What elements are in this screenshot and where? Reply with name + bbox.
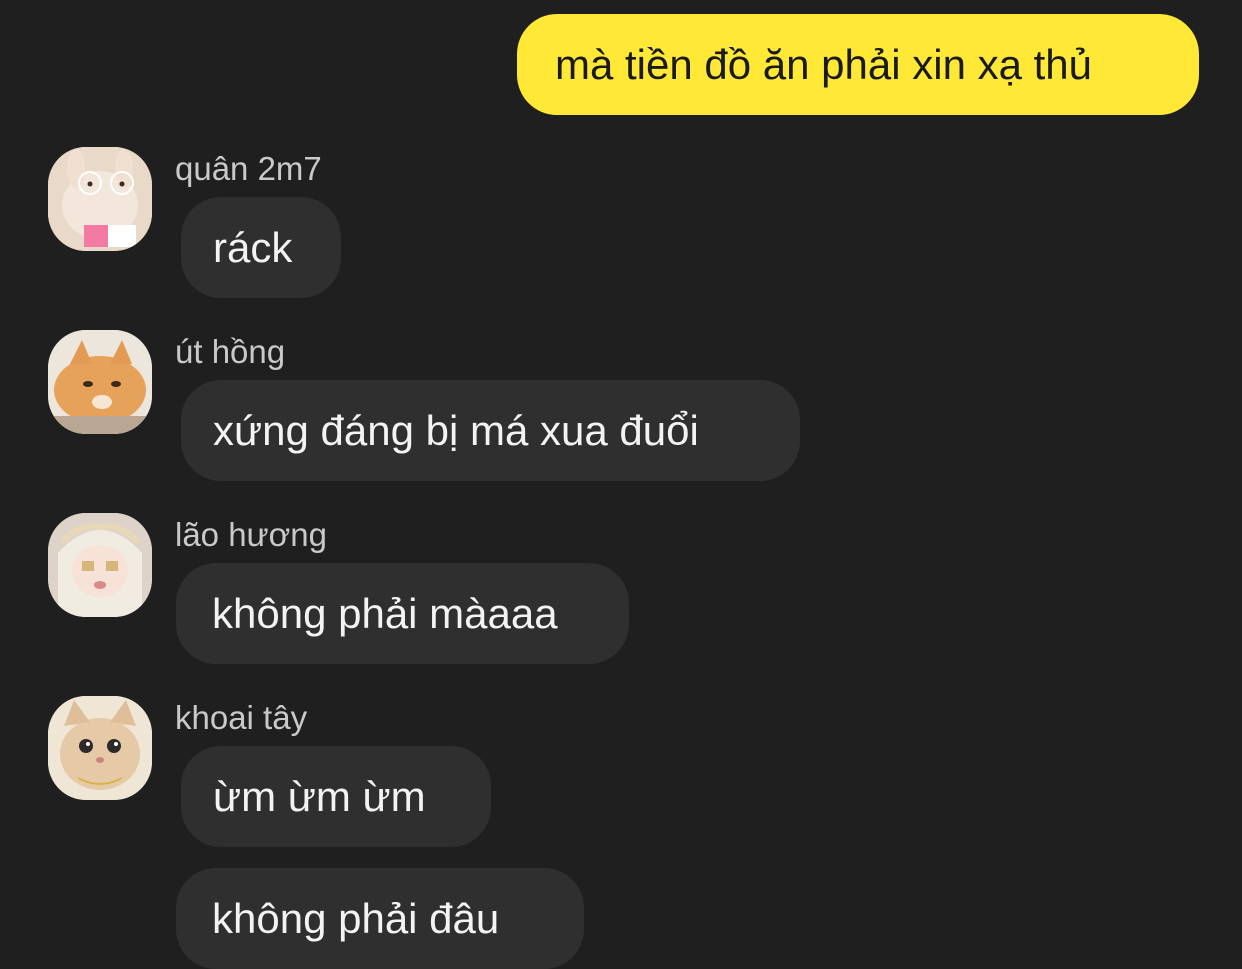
orange-cat-avatar-icon[interactable] [48,330,152,434]
bunny-with-glasses-avatar-icon[interactable] [48,147,152,251]
incoming-message-bubble[interactable]: ừm ừm ừm [181,746,491,847]
incoming-message-bubble[interactable]: xứng đáng bị má xua đuổi [181,380,800,481]
outgoing-message-text: mà tiền đồ ăn phải xin xạ thủ [555,41,1093,88]
sender-name: lão hương [175,516,327,553]
incoming-message-bubble[interactable]: ráck [181,197,341,298]
chat-thread: mà tiền đồ ăn phải xin xạ thủ quân 2m7 r… [0,0,1242,969]
incoming-message-bubble[interactable]: không phải màaaa [176,563,629,664]
incoming-message-text: ráck [213,224,293,271]
outgoing-message-bubble[interactable]: mà tiền đồ ăn phải xin xạ thủ [517,14,1199,115]
anime-girl-avatar-icon[interactable] [48,513,152,617]
incoming-message-text: không phải màaaa [212,590,558,637]
sender-name: khoai tây [175,699,308,736]
sender-name: quân 2m7 [175,150,322,187]
sender-name: út hồng [175,333,286,370]
incoming-message-text: không phải đâu [212,895,500,942]
incoming-message-text: ừm ừm ừm [213,773,426,820]
incoming-message-text: xứng đáng bị má xua đuổi [213,407,699,454]
cream-cat-avatar-icon[interactable] [48,696,152,800]
